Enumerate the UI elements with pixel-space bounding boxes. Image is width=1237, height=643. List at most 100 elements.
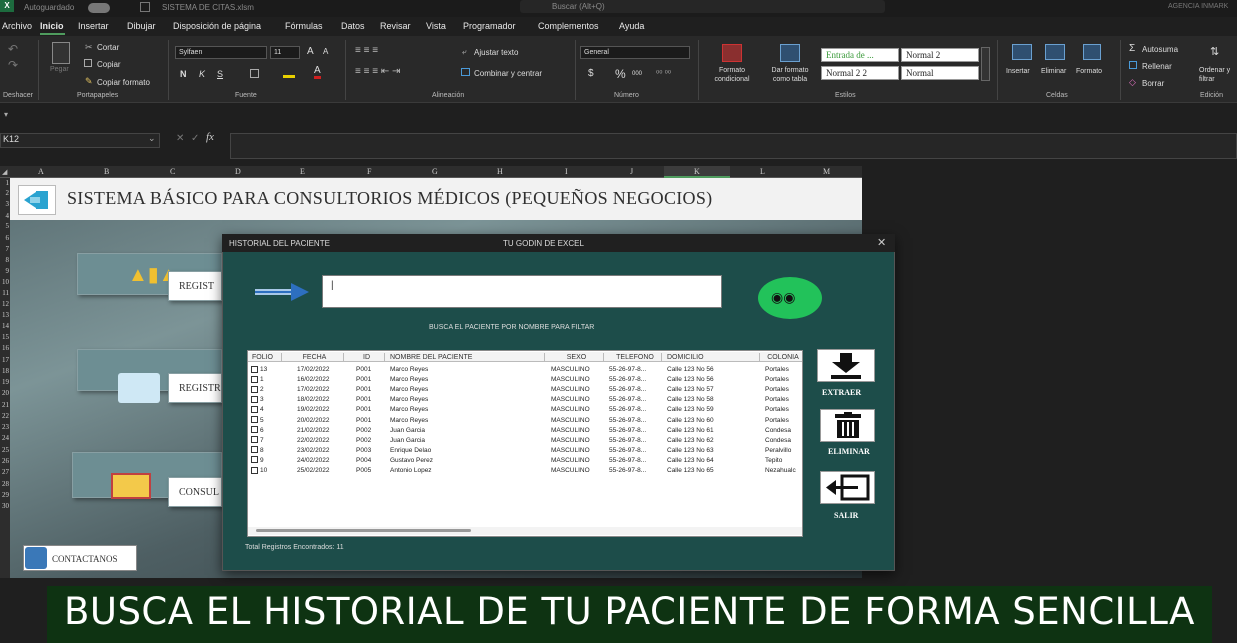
- borders-icon[interactable]: [250, 69, 259, 78]
- cut-icon[interactable]: ✂: [85, 42, 93, 53]
- font-name-select[interactable]: Sylfaen: [175, 46, 267, 59]
- menu-formulas[interactable]: Fórmulas: [285, 21, 323, 31]
- row-header[interactable]: 27: [0, 468, 9, 476]
- copy-button[interactable]: Copiar: [97, 60, 121, 69]
- row-header[interactable]: 16: [0, 344, 9, 352]
- style-entrada[interactable]: Entrada de ...: [821, 48, 899, 62]
- quick-access-icon[interactable]: ▾: [4, 110, 8, 119]
- col-nombre[interactable]: NOMBRE DEL PACIENTE: [388, 353, 545, 362]
- name-box-dropdown-icon[interactable]: ⌄: [148, 133, 156, 144]
- row-header[interactable]: 4: [0, 212, 10, 220]
- format-cells-button[interactable]: Formato: [1076, 68, 1102, 75]
- row-header[interactable]: 25: [0, 446, 9, 454]
- fill-icon[interactable]: [1129, 61, 1137, 69]
- paste-button[interactable]: Pegar: [50, 66, 69, 73]
- column-header[interactable]: K: [694, 167, 700, 176]
- insert-cells-icon[interactable]: [1012, 44, 1032, 60]
- menu-revisar[interactable]: Revisar: [380, 21, 411, 31]
- row-checkbox[interactable]: [251, 375, 258, 383]
- col-domicilio[interactable]: DOMICILIO: [665, 353, 760, 362]
- conditional-format-icon[interactable]: [722, 44, 742, 62]
- row-header[interactable]: 30: [0, 502, 9, 510]
- column-header[interactable]: E: [300, 167, 305, 176]
- style-normal-2[interactable]: Normal 2: [901, 48, 979, 62]
- row-header[interactable]: 18: [0, 367, 9, 375]
- col-fecha[interactable]: FECHA: [284, 353, 344, 362]
- row-header[interactable]: 1: [0, 179, 10, 187]
- save-icon[interactable]: [140, 2, 150, 12]
- name-box[interactable]: K12: [0, 133, 160, 148]
- row-header[interactable]: 19: [0, 378, 9, 386]
- column-header[interactable]: D: [235, 167, 241, 176]
- confirm-icon[interactable]: ✓: [191, 133, 199, 144]
- row-checkbox[interactable]: [251, 436, 258, 444]
- column-header[interactable]: A: [38, 167, 44, 176]
- format-as-table-button[interactable]: Dar formato como tabla: [764, 66, 816, 84]
- column-header[interactable]: G: [432, 167, 438, 176]
- row-checkbox[interactable]: [251, 416, 258, 423]
- underline-button[interactable]: S: [217, 69, 223, 79]
- search-input[interactable]: Buscar (Alt+Q): [552, 2, 605, 11]
- grow-font-icon[interactable]: A: [307, 46, 314, 57]
- eraser-icon[interactable]: ◇: [1129, 77, 1136, 88]
- row-checkbox[interactable]: [251, 456, 258, 464]
- menu-dibujar[interactable]: Dibujar: [127, 21, 156, 31]
- menu-inicio[interactable]: Inicio: [40, 21, 64, 31]
- decimals-icon[interactable]: ⁰⁰ ⁰⁰: [656, 69, 671, 78]
- sort-filter-icon[interactable]: ⇅: [1210, 45, 1219, 58]
- menu-disposicion[interactable]: Disposición de página: [173, 21, 261, 31]
- column-header[interactable]: I: [565, 167, 568, 176]
- copy-format-button[interactable]: Copiar formato: [97, 78, 150, 87]
- row-header[interactable]: 10: [0, 278, 9, 286]
- col-telefono[interactable]: TELEFONO: [607, 353, 662, 362]
- row-checkbox[interactable]: [251, 446, 258, 454]
- number-format-select[interactable]: General: [580, 46, 690, 59]
- menu-archivo[interactable]: Archivo: [2, 21, 32, 31]
- column-header[interactable]: C: [170, 167, 175, 176]
- row-header[interactable]: 2: [0, 189, 10, 197]
- copy-icon[interactable]: [84, 59, 92, 67]
- account-name[interactable]: AGENCIA INMARK: [1168, 3, 1228, 10]
- row-checkbox[interactable]: [251, 395, 258, 403]
- row-header[interactable]: 7: [0, 245, 10, 253]
- function-icon[interactable]: fx: [206, 131, 214, 143]
- thousands-button[interactable]: 000: [632, 71, 642, 77]
- italic-button[interactable]: K: [199, 69, 205, 79]
- row-header[interactable]: 29: [0, 491, 9, 499]
- currency-button[interactable]: $: [588, 68, 594, 79]
- fill-color-icon[interactable]: [283, 68, 295, 78]
- menu-ayuda[interactable]: Ayuda: [619, 21, 644, 31]
- menu-insertar[interactable]: Insertar: [78, 21, 109, 31]
- column-header[interactable]: L: [760, 167, 765, 176]
- row-header[interactable]: 23: [0, 423, 9, 431]
- menu-programador[interactable]: Programador: [463, 21, 516, 31]
- row-header[interactable]: 26: [0, 457, 9, 465]
- column-header[interactable]: H: [497, 167, 503, 176]
- menu-datos[interactable]: Datos: [341, 21, 365, 31]
- row-header[interactable]: 5: [0, 222, 10, 230]
- font-color-icon[interactable]: A: [314, 66, 321, 79]
- style-normal[interactable]: Normal: [901, 66, 979, 80]
- row-header[interactable]: 3: [0, 200, 10, 208]
- row-header[interactable]: 20: [0, 389, 9, 397]
- style-normal-2-2[interactable]: Normal 2 2: [821, 66, 899, 80]
- patient-search-input[interactable]: |: [322, 275, 722, 308]
- col-folio[interactable]: FOLIO: [250, 353, 282, 362]
- shrink-font-icon[interactable]: A: [323, 47, 328, 56]
- col-colonia[interactable]: COLONIA: [763, 353, 801, 362]
- sort-filter-button[interactable]: Ordenar y filtrar: [1199, 66, 1237, 84]
- wrap-text-button[interactable]: Ajustar texto: [474, 48, 518, 57]
- column-header[interactable]: F: [367, 167, 371, 176]
- row-header[interactable]: 11: [0, 289, 9, 297]
- paste-icon[interactable]: [52, 42, 70, 64]
- table-scrollbar-thumb[interactable]: [256, 529, 471, 532]
- row-header[interactable]: 14: [0, 322, 9, 330]
- cut-button[interactable]: Cortar: [97, 43, 119, 52]
- align-left-icon[interactable]: ≡ ≡ ≡ ⇤ ⇥: [355, 66, 400, 77]
- row-header[interactable]: 24: [0, 434, 9, 442]
- bold-button[interactable]: N: [180, 69, 187, 79]
- col-sexo[interactable]: SEXO: [548, 353, 604, 362]
- column-header[interactable]: B: [104, 167, 109, 176]
- cancel-icon[interactable]: ✕: [176, 133, 184, 144]
- undo-icon[interactable]: ↶: [8, 42, 18, 56]
